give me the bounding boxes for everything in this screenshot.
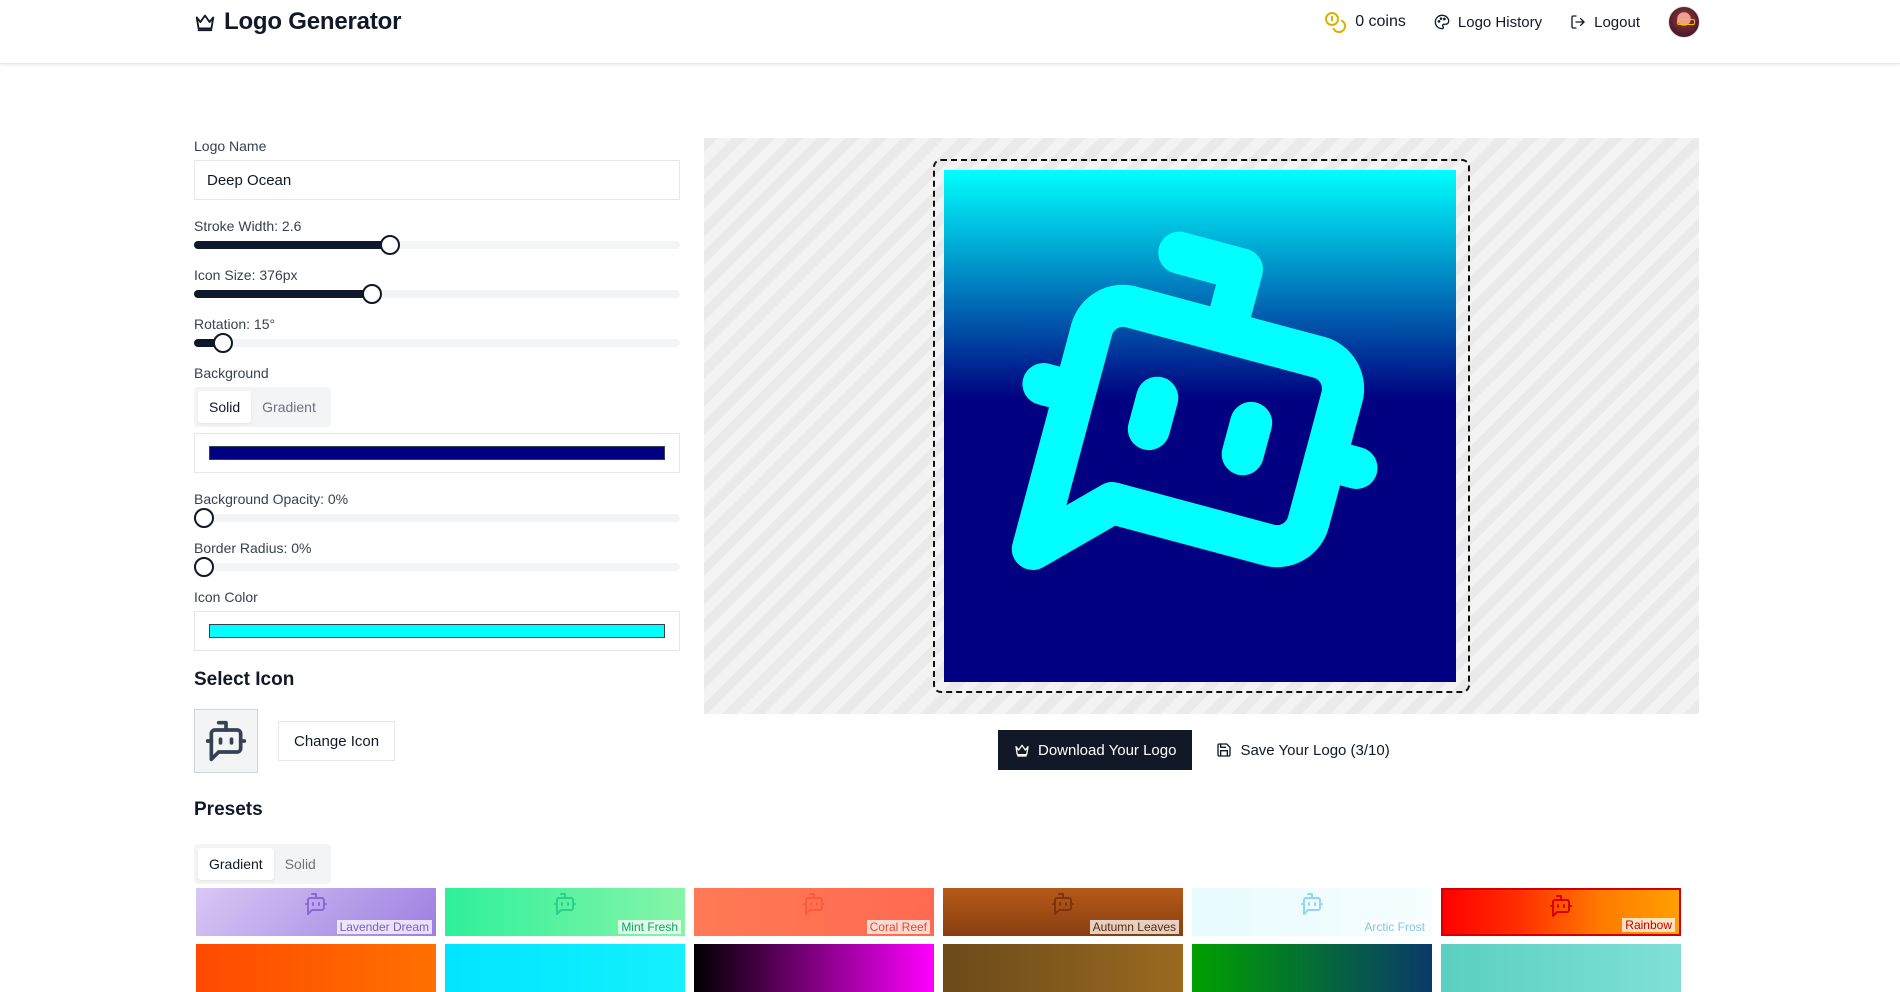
preset-tile[interactable] (1192, 944, 1432, 992)
preset-lavender-dream[interactable]: Lavender Dream (196, 888, 436, 936)
save-icon (1217, 743, 1232, 757)
logout-label: Logout (1594, 13, 1640, 31)
header-nav: 0 coins Logo History Logout (1295, 6, 1700, 38)
icon-color-label: Icon Color (194, 589, 258, 605)
preset-label: Lavender Dream (336, 920, 432, 934)
slider-thumb[interactable] (194, 557, 214, 577)
bot-message-icon (305, 893, 327, 915)
logo-history-label: Logo History (1457, 13, 1543, 31)
preset-rainbow[interactable]: Rainbow (1441, 888, 1681, 936)
slider-fill (194, 290, 372, 298)
top-header: Logo Generator 0 coins Logo History Logo… (0, 0, 1900, 64)
coins-icon (1325, 12, 1347, 33)
select-icon-title: Select Icon (194, 669, 295, 690)
rotation-label: Rotation: 15° (194, 316, 276, 332)
preset-label: Rainbow (1622, 918, 1675, 932)
preview-actions: Download Your Logo Save Your Logo (3/10) (998, 730, 1402, 770)
presets-title: Presets (194, 799, 263, 820)
icon-size-label: Icon Size: 376px (194, 267, 298, 283)
preset-tile[interactable] (943, 944, 1183, 992)
preset-autumn-leaves[interactable]: Autumn Leaves (943, 888, 1183, 936)
change-icon-button[interactable]: Change Icon (278, 721, 396, 761)
bot-message-icon (205, 720, 247, 762)
bot-message-icon (1550, 895, 1572, 917)
background-opacity-slider[interactable] (194, 508, 680, 528)
icon-size-slider[interactable] (194, 284, 680, 304)
stroke-width-slider[interactable] (194, 235, 680, 255)
logout-icon (1571, 15, 1585, 29)
bot-message-icon (1301, 893, 1323, 915)
tab-gradient[interactable]: Gradient (251, 391, 327, 423)
slider-thumb[interactable] (194, 508, 214, 528)
icon-color-swatch (209, 624, 665, 638)
slider-fill (194, 241, 391, 249)
preset-label: Coral Reef (866, 920, 930, 934)
presets-type-toggle: Gradient Solid (194, 844, 331, 884)
background-color-picker[interactable] (194, 433, 680, 473)
palette-icon (1434, 14, 1450, 30)
preset-coral-reef[interactable]: Coral Reef (694, 888, 934, 936)
bot-message-icon (1052, 893, 1074, 915)
preset-tile[interactable] (445, 944, 685, 992)
rotation-slider[interactable] (194, 333, 680, 353)
icon-color-picker[interactable] (194, 611, 680, 651)
save-logo-button[interactable]: Save Your Logo (3/10) (1204, 730, 1401, 770)
background-label: Background (194, 365, 269, 381)
preset-arctic-frost[interactable]: Arctic Frost (1192, 888, 1432, 936)
background-type-toggle: Solid Gradient (194, 387, 331, 427)
preset-tile[interactable] (1441, 944, 1681, 992)
background-color-swatch (209, 446, 665, 460)
preset-tile[interactable] (196, 944, 436, 992)
bot-message-icon (554, 893, 576, 915)
coins-indicator: 0 coins (1323, 10, 1406, 34)
logout-link[interactable]: Logout (1570, 14, 1640, 31)
user-avatar[interactable] (1668, 6, 1700, 38)
tab-presets-gradient[interactable]: Gradient (198, 848, 274, 880)
preset-label: Autumn Leaves (1089, 920, 1179, 934)
crown-icon (1015, 744, 1029, 757)
logo-history-link[interactable]: Logo History (1434, 14, 1542, 31)
preview-area (704, 138, 1699, 714)
download-logo-label: Download Your Logo (1038, 741, 1177, 759)
logo-canvas (944, 170, 1456, 682)
stroke-width-label: Stroke Width: 2.6 (194, 218, 302, 234)
brand[interactable]: Logo Generator (194, 8, 401, 36)
slider-thumb[interactable] (212, 333, 233, 353)
preset-tile[interactable] (694, 944, 934, 992)
tab-solid[interactable]: Solid (198, 391, 252, 423)
bot-message-icon (803, 893, 825, 915)
logo-name-label: Logo Name (194, 138, 267, 154)
logo-bot-icon (944, 170, 1456, 682)
controls-panel: Logo Name Stroke Width: 2.6 Icon Size: 3… (194, 138, 680, 773)
preset-label: Mint Fresh (618, 920, 681, 934)
download-logo-button[interactable]: Download Your Logo (998, 730, 1193, 770)
border-radius-label: Border Radius: 0% (194, 540, 312, 556)
tab-presets-solid[interactable]: Solid (274, 848, 327, 880)
logo-name-input[interactable] (194, 160, 680, 200)
preset-label: Arctic Frost (1361, 920, 1428, 934)
logo-canvas-frame (933, 159, 1470, 693)
background-opacity-label: Background Opacity: 0% (194, 491, 349, 507)
preset-mint-fresh[interactable]: Mint Fresh (445, 888, 685, 936)
slider-thumb[interactable] (361, 284, 382, 304)
coins-count: 0 coins (1355, 13, 1406, 30)
border-radius-slider[interactable] (194, 557, 680, 577)
app-title: Logo Generator (224, 8, 402, 35)
crown-icon (195, 14, 215, 32)
selected-icon-preview[interactable] (194, 709, 258, 773)
save-logo-label: Save Your Logo (3/10) (1240, 741, 1390, 759)
slider-thumb[interactable] (380, 235, 401, 255)
